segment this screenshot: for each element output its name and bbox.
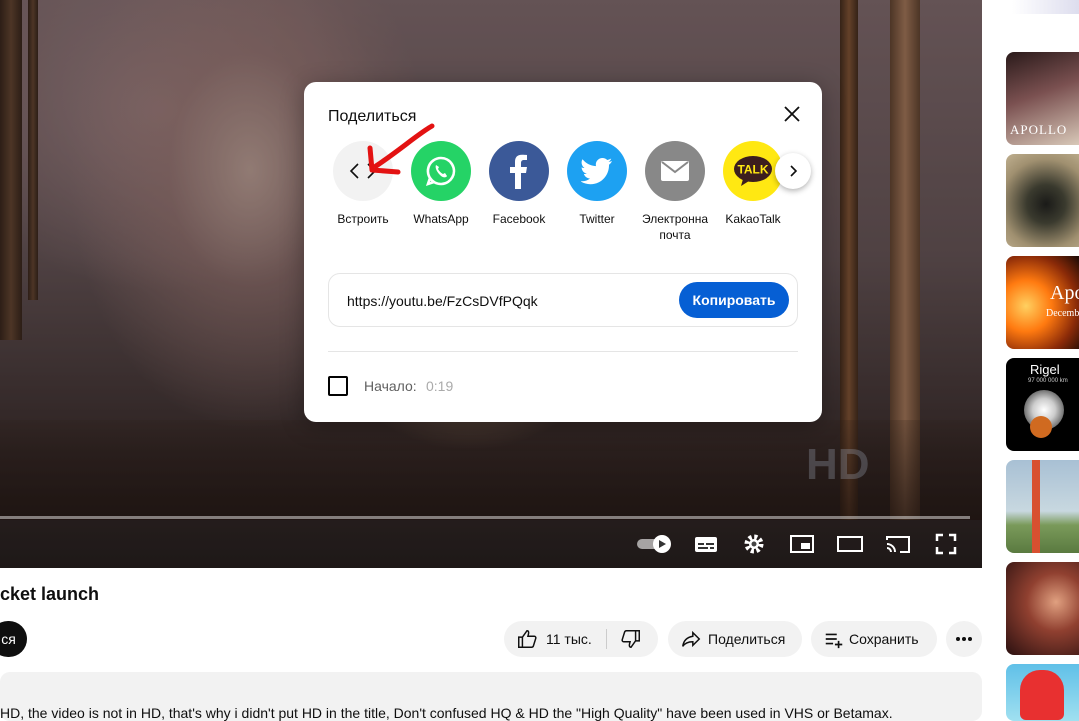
like-button[interactable]: 11 тыс.	[516, 628, 592, 650]
thumb-title: APOLLO	[1010, 122, 1068, 137]
start-at-label: Начало:	[364, 378, 417, 394]
thumb-up-icon	[518, 630, 537, 648]
start-at-time-input[interactable]: 0:19	[426, 378, 453, 394]
share-url-field[interactable]: https://youtu.be/FzCsDVfPQqk Копировать	[328, 273, 798, 327]
thumb-subtitle: Decemb	[1046, 308, 1079, 319]
share-option-email[interactable]: Электронна почта	[637, 141, 713, 243]
related-video-thumbnail[interactable]: APOLLO	[1006, 52, 1079, 145]
thumb-title: Rigel	[1030, 362, 1060, 377]
related-video-thumbnail[interactable]: Apo Decemb	[1006, 256, 1079, 349]
dialog-divider	[328, 351, 798, 352]
share-option-facebook[interactable]: Facebook	[481, 141, 557, 227]
chevron-right-icon	[790, 165, 798, 177]
twitter-icon	[567, 141, 627, 201]
cast-icon[interactable]	[884, 530, 912, 558]
save-label: Сохранить	[849, 631, 919, 647]
share-option-label: Встроить	[337, 212, 389, 226]
share-option-twitter[interactable]: Twitter	[559, 141, 635, 227]
sun-graphic	[1030, 416, 1052, 438]
video-title: cket launch	[0, 584, 100, 604]
like-dislike-group: 11 тыс.	[504, 621, 658, 657]
related-sidebar: APOLLO Apo Decemb Rigel 97 000 000 km	[982, 0, 1079, 721]
save-button[interactable]: Сохранить	[811, 621, 937, 657]
share-option-label: KakaoTalk	[725, 212, 781, 226]
close-icon	[784, 106, 800, 122]
theater-mode-icon[interactable]	[836, 530, 864, 558]
playlist-add-icon	[825, 633, 843, 649]
share-arrow-icon	[682, 630, 701, 648]
mascot-graphic	[1020, 670, 1064, 720]
start-at-checkbox[interactable]	[328, 376, 348, 396]
kakaotalk-icon-text: TALK	[737, 163, 768, 177]
email-icon	[645, 141, 705, 201]
thumb-down-icon	[621, 630, 640, 648]
thumb-subtitle: 97 000 000 km	[1028, 378, 1068, 384]
facebook-icon	[489, 141, 549, 201]
sidebar-top-thumb	[1012, 0, 1079, 14]
kakaotalk-icon: TALK	[723, 141, 783, 201]
more-actions-button[interactable]	[946, 621, 982, 657]
copy-label: Копировать	[692, 292, 776, 308]
next-share-options-button[interactable]	[775, 153, 811, 189]
related-video-thumbnail[interactable]	[1006, 460, 1079, 553]
share-button[interactable]: Поделиться	[668, 621, 802, 657]
related-video-thumbnail[interactable]	[1006, 154, 1079, 247]
subscribe-button[interactable]: ся	[0, 621, 27, 657]
close-button[interactable]	[780, 102, 804, 126]
annotation-arrow-icon	[367, 123, 435, 175]
share-label: Поделиться	[708, 631, 786, 647]
related-video-thumbnail[interactable]	[1006, 664, 1079, 721]
subscribe-label: ся	[1, 631, 16, 647]
share-option-label: Электронна почта	[641, 212, 709, 242]
settings-gear-icon[interactable]	[740, 530, 768, 558]
related-video-thumbnail[interactable]	[1006, 562, 1079, 655]
share-option-label: WhatsApp	[413, 212, 469, 226]
share-option-label: Facebook	[492, 212, 546, 226]
share-url-text[interactable]: https://youtu.be/FzCsDVfPQqk	[347, 293, 538, 309]
subtitles-icon[interactable]	[692, 530, 720, 558]
miniplayer-icon[interactable]	[788, 530, 816, 558]
description-text: HD, the video is not in HD, that's why i…	[0, 705, 893, 721]
fullscreen-icon[interactable]	[932, 530, 960, 558]
autoplay-toggle[interactable]	[636, 530, 674, 558]
like-divider	[606, 629, 607, 649]
rocket-graphic	[1032, 460, 1040, 553]
thumb-title: Apo	[1050, 282, 1079, 304]
like-count: 11 тыс.	[546, 631, 592, 647]
share-option-label: Twitter	[579, 212, 615, 226]
related-video-thumbnail[interactable]: Rigel 97 000 000 km	[1006, 358, 1079, 451]
dislike-button[interactable]	[620, 628, 642, 653]
copy-button[interactable]: Копировать	[679, 282, 789, 318]
progress-bar[interactable]	[0, 516, 970, 519]
more-dots-icon	[956, 637, 972, 641]
